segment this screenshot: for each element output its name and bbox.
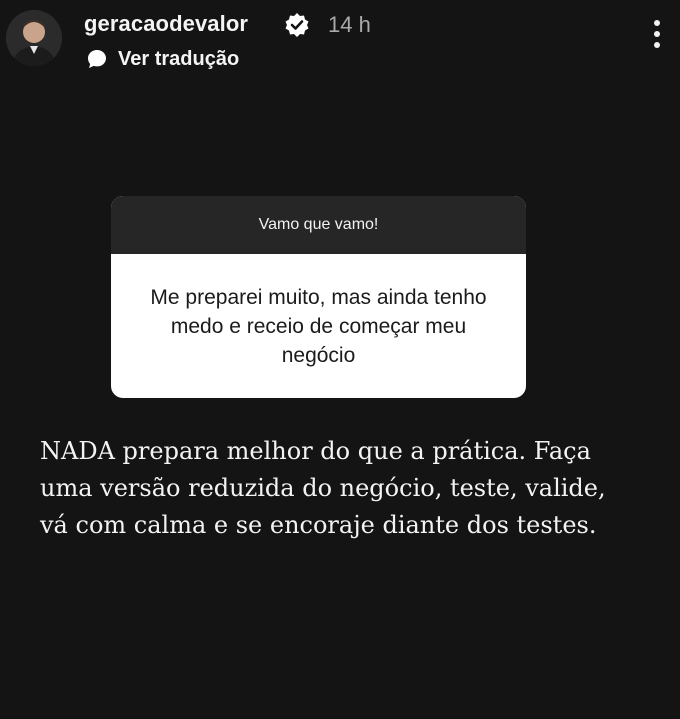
- question-sticker-title: Vamo que vamo!: [111, 196, 526, 254]
- more-vertical-icon[interactable]: [645, 20, 669, 54]
- avatar-image: [6, 10, 62, 66]
- speech-bubble-icon: [88, 50, 106, 68]
- username[interactable]: geracaodevalor: [84, 11, 248, 37]
- question-sticker: Vamo que vamo! Me preparei muito, mas ai…: [111, 196, 526, 398]
- verified-badge-icon: [285, 13, 309, 37]
- avatar[interactable]: [6, 10, 62, 66]
- translate-label: Ver tradução: [118, 47, 240, 70]
- menu-dot: [654, 31, 660, 37]
- answer-text: NADA prepara melhor do que a prática. Fa…: [40, 437, 606, 539]
- menu-dot: [654, 20, 660, 26]
- story-header: geracaodevalor 14 h Ver tradução: [0, 0, 680, 80]
- translate-button[interactable]: Ver tradução: [86, 46, 239, 72]
- question-text: Me preparei muito, mas ainda tenho medo …: [150, 285, 487, 367]
- menu-dot: [654, 42, 660, 48]
- timestamp: 14 h: [328, 12, 371, 37]
